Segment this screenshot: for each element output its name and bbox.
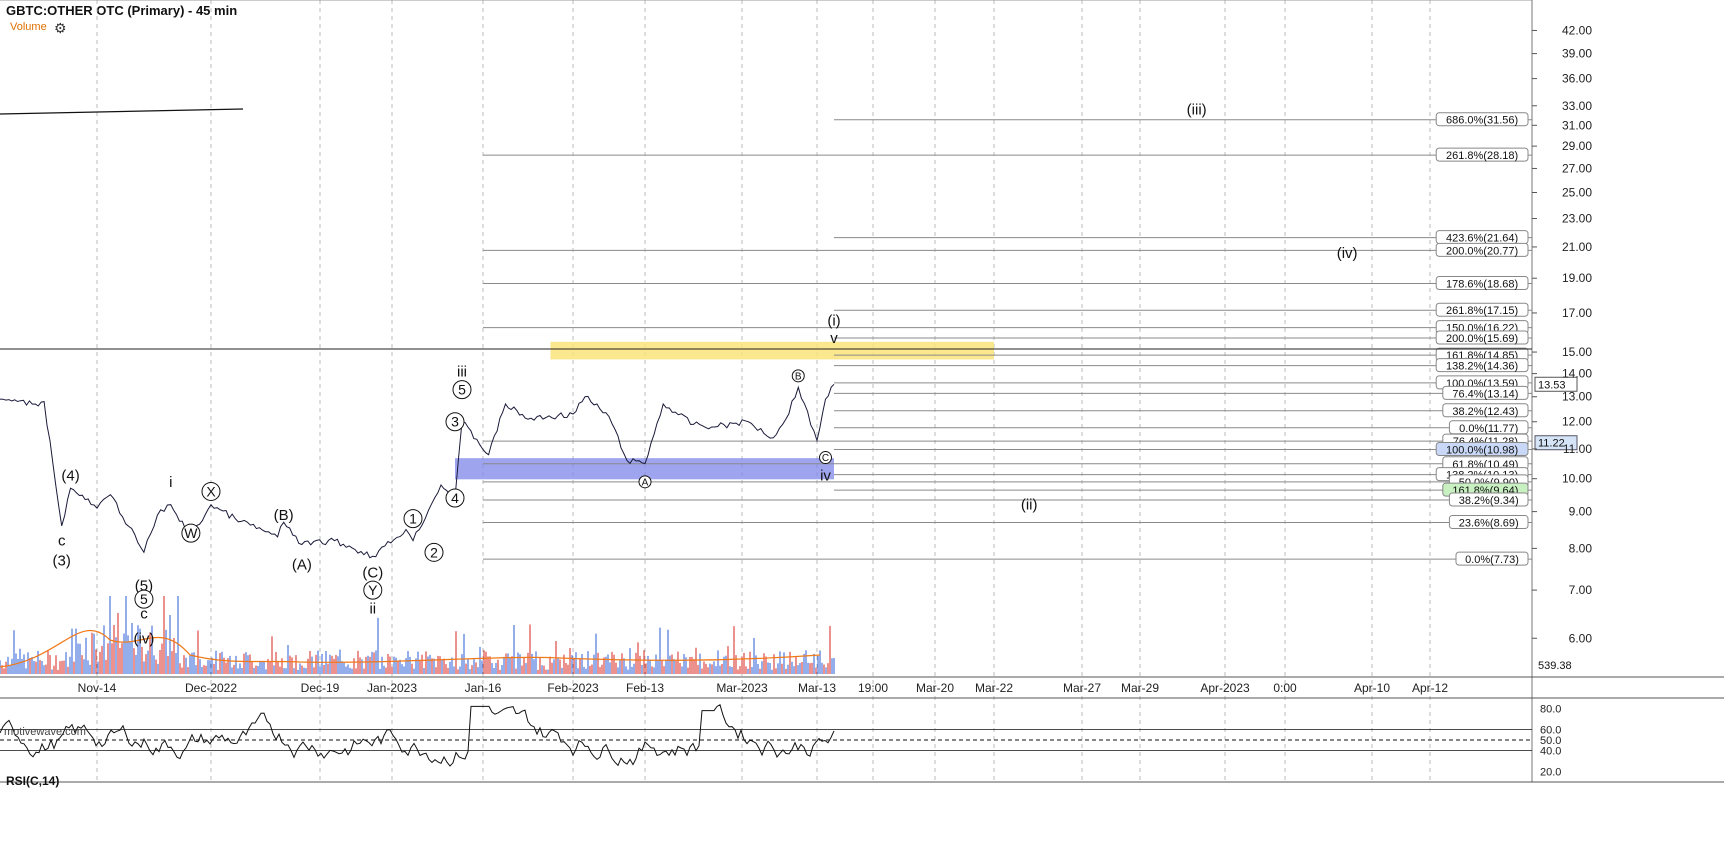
x-tick-label: Apr-2023 (1200, 681, 1250, 695)
target-zone (550, 341, 994, 360)
trend-line (0, 108, 244, 115)
rsi-line (0, 704, 835, 767)
y-tick-label: 31.00 (1562, 118, 1592, 132)
wave-label: (ii) (1021, 497, 1038, 514)
y-tick-label: 12.00 (1562, 415, 1592, 429)
fib-level-label: 38.2%(9.34) (1459, 495, 1519, 507)
wave-label: (3) (53, 552, 71, 569)
price-chart[interactable]: 686.0%(31.56)261.8%(28.18)423.6%(21.64)2… (0, 0, 1724, 865)
x-tick-label: Mar-27 (1063, 681, 1101, 695)
x-tick-label: Feb-13 (626, 681, 664, 695)
rsi-axis-label: 80.0 (1540, 704, 1561, 716)
y-tick-label: 11.00 (1563, 442, 1592, 456)
x-tick-label: 0:00 (1273, 681, 1297, 695)
y-tick-label: 42.00 (1562, 23, 1592, 37)
fib-level-label: 423.6%(21.64) (1446, 233, 1518, 245)
y-tick-label: 36.00 (1562, 72, 1592, 86)
wave-label: 4 (451, 490, 459, 506)
wave-label: (i) (827, 312, 840, 329)
wave-label: 2 (430, 544, 438, 560)
wave-label: ii (369, 600, 376, 617)
x-tick-label: 19:00 (858, 681, 888, 695)
wave-label: 5 (458, 382, 466, 398)
fib-level-label: 0.0%(11.77) (1459, 423, 1518, 435)
fib-level-label: 686.0%(31.56) (1446, 115, 1518, 127)
volume-bars: 539.38 (0, 596, 1572, 674)
wave-label: (4) (61, 468, 79, 485)
wave-labels: (iii) (iv) (i)v (ii) iii 5 3 4 1 2 (C)Yii (A) (B) X Wi… (53, 102, 1358, 648)
y-tick-label: 29.00 (1562, 139, 1592, 153)
x-tick-label: Nov-14 (78, 681, 117, 695)
y-tick-label: 39.00 (1562, 47, 1592, 61)
wave-label: A (642, 477, 649, 488)
x-tick-label: Jan-16 (465, 681, 502, 695)
wave-label: (iv) (134, 630, 155, 647)
y-tick-label: 8.00 (1569, 541, 1593, 555)
y-tick-label: 7.00 (1569, 583, 1593, 597)
y-tick-label: 27.00 (1562, 161, 1592, 175)
fib-level-label: 100.0%(10.98) (1446, 444, 1518, 456)
x-tick-label: Apr-10 (1354, 681, 1390, 695)
x-tick-label: Mar-20 (916, 681, 954, 695)
fib-level-label: 261.8%(17.15) (1446, 305, 1518, 317)
rsi-axis-label: 20.0 (1540, 767, 1561, 779)
wave-label: iii (457, 363, 467, 380)
y-tick-label: 21.00 (1562, 240, 1592, 254)
wave-label: c (58, 533, 66, 550)
y-tick-label: 17.00 (1562, 306, 1592, 320)
x-tick-label: Apr-12 (1412, 681, 1448, 695)
x-tick-label: Dec-19 (301, 681, 340, 695)
wave-label: 3 (451, 414, 459, 430)
y-tick-label: 33.00 (1562, 99, 1592, 113)
y-tick-label: 9.00 (1569, 505, 1593, 519)
rsi-panel: 80.060.050.040.020.0 (0, 704, 1561, 779)
x-tick-label: Dec-2022 (185, 681, 237, 695)
y-tick-label: 13.00 (1562, 390, 1592, 404)
price-tag: 11.22 (1538, 438, 1565, 450)
fib-level-label: 200.0%(15.69) (1446, 333, 1518, 345)
wave-label: c (140, 605, 148, 622)
x-tick-label: Mar-2023 (716, 681, 768, 695)
wave-label: X (206, 483, 216, 499)
wave-label: iv (820, 468, 831, 485)
x-tick-label: Mar-22 (975, 681, 1013, 695)
y-tick-label: 15.00 (1562, 345, 1592, 359)
x-tick-label: Jan-2023 (367, 681, 417, 695)
x-tick-label: Mar-29 (1121, 681, 1159, 695)
y-tick-label: 14.00 (1562, 367, 1592, 381)
fib-level-label: 138.2%(14.36) (1446, 361, 1518, 373)
fib-level-label: 178.6%(18.68) (1446, 279, 1518, 291)
wave-label: v (830, 330, 838, 347)
y-tick-label: 10.00 (1562, 472, 1592, 486)
wave-label: (B) (274, 507, 294, 524)
watermark: motivewave.com (4, 726, 86, 738)
x-tick-label: Feb-2023 (547, 681, 599, 695)
rsi-axis-label: 40.0 (1540, 746, 1561, 758)
rsi-label: RSI(C,14) (6, 774, 60, 788)
y-tick-label: 6.00 (1569, 631, 1593, 645)
volume-tag: 539.38 (1538, 660, 1572, 672)
wave-label: 1 (409, 511, 417, 527)
wave-label: i (169, 474, 172, 491)
x-tick-label: Mar-13 (798, 681, 836, 695)
fib-level-label: 23.6%(8.69) (1459, 518, 1519, 530)
fib-level-label: 76.4%(13.14) (1452, 388, 1518, 400)
y-tick-label: 19.00 (1562, 271, 1592, 285)
fib-level-label: 200.0%(20.77) (1446, 245, 1518, 257)
wave-label: (C) (362, 565, 383, 582)
wave-label: B (795, 371, 802, 382)
wave-label: (iv) (1337, 245, 1358, 262)
y-tick-label: 25.00 (1562, 185, 1592, 199)
wave-label: (A) (292, 556, 312, 573)
wave-label: Y (368, 582, 378, 598)
fib-level-label: 38.2%(12.43) (1452, 406, 1518, 418)
wave-label: C (822, 453, 829, 464)
fib-level-label: 261.8%(28.18) (1446, 150, 1518, 162)
wave-label: W (184, 525, 198, 541)
fib-levels: 686.0%(31.56)261.8%(28.18)423.6%(21.64)2… (483, 112, 1532, 566)
y-tick-label: 23.00 (1562, 212, 1592, 226)
fib-level-label: 0.0%(7.73) (1465, 554, 1519, 566)
wave-label: (iii) (1187, 102, 1207, 119)
